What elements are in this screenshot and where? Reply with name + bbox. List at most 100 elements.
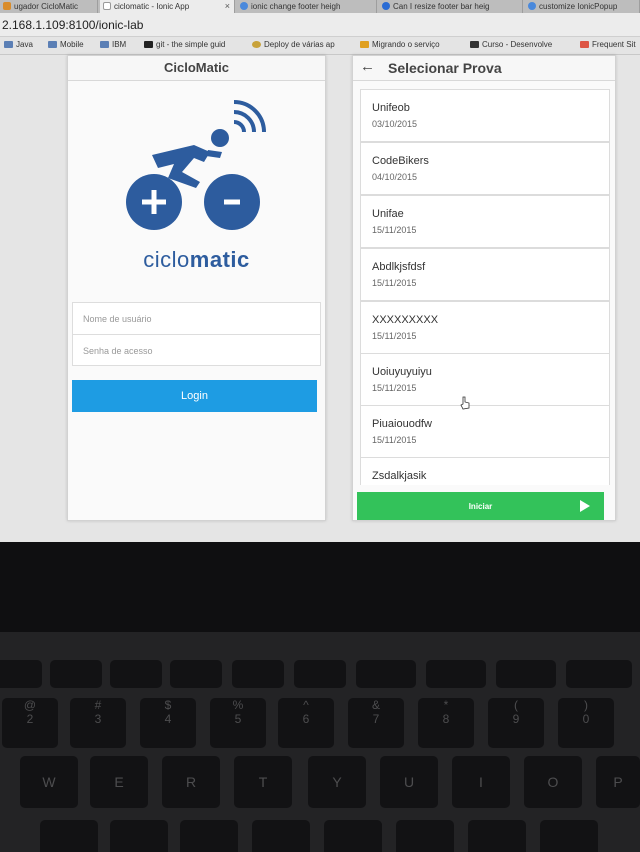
arrow-left-icon[interactable]: ←: [360, 58, 375, 75]
item-name: Zsdalkjasik: [372, 470, 427, 482]
start-button[interactable]: Iniciar: [357, 492, 604, 520]
brand-regular: ciclo: [143, 247, 190, 272]
key-bottom-glyph: 3: [94, 712, 102, 726]
list-item[interactable]: Unifeob 03/10/2015: [360, 89, 610, 142]
address-bar[interactable]: 2.168.1.109:8100/ionic-lab: [0, 13, 640, 37]
key-top-glyph: %: [232, 698, 244, 712]
list-item[interactable]: Unifae 15/11/2015: [360, 195, 610, 248]
bookmark-git[interactable]: git - the simple guid: [144, 40, 225, 49]
rewind-key[interactable]: [356, 660, 416, 688]
item-date: 15/11/2015: [372, 278, 417, 288]
key-top-glyph: $: [164, 698, 172, 712]
key-e[interactable]: E: [90, 756, 148, 808]
browser-tab[interactable]: Can I resize footer bar heig: [379, 0, 523, 13]
key-5[interactable]: % 5: [210, 698, 266, 748]
browser-tab-active[interactable]: ciclomatic - Ionic App ×: [100, 0, 235, 13]
keyboard-key[interactable]: [294, 660, 346, 688]
bookmark-ibm[interactable]: IBM: [100, 40, 126, 49]
key-i[interactable]: I: [452, 756, 510, 808]
key-u[interactable]: U: [380, 756, 438, 808]
key-bottom-glyph: 2: [26, 712, 34, 726]
key-3[interactable]: #3: [70, 698, 126, 748]
key-bottom-glyph: 4: [164, 712, 172, 726]
laptop-keyboard: @2 #3 $4 % 5 ^ 6 & 7 * 8 (9 ) 0 W E R T Y U I…: [0, 632, 640, 852]
keyboard-key[interactable]: [468, 820, 526, 852]
key-t[interactable]: T: [234, 756, 292, 808]
tab-label: ugador CicloMatic: [14, 2, 79, 11]
key-0[interactable]: ) 0: [558, 698, 614, 748]
item-date: 15/11/2015: [372, 383, 417, 393]
key-top-glyph: ): [584, 698, 588, 712]
login-button[interactable]: Login: [72, 380, 317, 412]
ciclomatic-logo-icon: [126, 100, 266, 230]
key-p[interactable]: P: [596, 756, 640, 808]
key-bottom-glyph: 5: [234, 712, 242, 726]
list-item[interactable]: CodeBikers 04/10/2015: [360, 142, 610, 195]
list-item[interactable]: Abdlkjsfdsf 15/11/2015: [360, 248, 610, 301]
race-list[interactable]: Unifeob 03/10/2015 CodeBikers 04/10/2015…: [360, 89, 610, 485]
expose-key[interactable]: [110, 660, 162, 688]
keyboard-key[interactable]: [180, 820, 238, 852]
select-header: ← Selecionar Prova: [353, 56, 615, 81]
key-4[interactable]: $4: [140, 698, 196, 748]
keyboard-key[interactable]: [540, 820, 598, 852]
url-text[interactable]: 2.168.1.109:8100/ionic-lab: [2, 18, 143, 32]
key-9[interactable]: (9: [488, 698, 544, 748]
keyboard-key[interactable]: [232, 660, 284, 688]
page-icon: [103, 2, 111, 10]
bookmark-frequent[interactable]: Frequent Sit: [580, 40, 636, 49]
bookmark-migrando[interactable]: Migrando o serviço: [360, 40, 440, 49]
item-date: 15/11/2015: [372, 225, 417, 235]
username-input[interactable]: [73, 303, 320, 335]
item-name: Piuaiouodfw: [372, 418, 432, 430]
key-6[interactable]: ^ 6: [278, 698, 334, 748]
list-item[interactable]: XXXXXXXXX 15/11/2015: [360, 301, 610, 354]
list-item[interactable]: Zsdalkjasik: [360, 457, 610, 485]
bookmark-icon: [580, 41, 589, 48]
item-date: 03/10/2015: [372, 119, 418, 129]
password-input[interactable]: [73, 335, 320, 367]
bookmarks-bar: Java Mobile IBM git - the simple guid De…: [0, 37, 640, 55]
bookmark-mobile[interactable]: Mobile: [48, 40, 84, 49]
browser-tab[interactable]: customize IonicPopup: [525, 0, 640, 13]
item-name: XXXXXXXXX: [372, 314, 439, 326]
item-date: 04/10/2015: [372, 172, 418, 182]
item-date: 15/11/2015: [372, 331, 417, 341]
key-bottom-glyph: 9: [512, 712, 520, 726]
bookmark-label: Mobile: [60, 40, 84, 49]
fast-forward-key[interactable]: [496, 660, 556, 688]
keyboard-key[interactable]: [324, 820, 382, 852]
key-top-glyph: ^: [303, 698, 309, 712]
key-2[interactable]: @2: [2, 698, 58, 748]
browser-tab[interactable]: ugador CicloMatic: [0, 0, 98, 13]
brightness-key[interactable]: [50, 660, 102, 688]
keyboard-key[interactable]: [396, 820, 454, 852]
key-w[interactable]: W: [20, 756, 78, 808]
list-item[interactable]: Piuaiouodfw 15/11/2015: [360, 405, 610, 458]
bookmark-label: Curso - Desenvolve: [482, 40, 553, 49]
folder-icon: [48, 41, 57, 48]
key-r[interactable]: R: [162, 756, 220, 808]
key-y[interactable]: Y: [308, 756, 366, 808]
list-item[interactable]: Uoiuyuyuiyu 15/11/2015: [360, 353, 610, 406]
play-pause-key[interactable]: [426, 660, 486, 688]
browser-tab[interactable]: ionic change footer heigh: [237, 0, 377, 13]
key-8[interactable]: * 8: [418, 698, 474, 748]
keyboard-key[interactable]: [40, 820, 98, 852]
dashboard-key[interactable]: [170, 660, 222, 688]
item-name: Unifeob: [372, 102, 410, 114]
key-7[interactable]: & 7: [348, 698, 404, 748]
keyboard-key[interactable]: [0, 660, 42, 688]
key-o[interactable]: O: [524, 756, 582, 808]
key-bottom-glyph: 7: [372, 712, 380, 726]
item-name: Uoiuyuyuiyu: [372, 366, 432, 378]
key-top-glyph: (: [514, 698, 518, 712]
bookmark-java[interactable]: Java: [4, 40, 33, 49]
google-icon: [528, 2, 536, 10]
bookmark-curso[interactable]: Curso - Desenvolve: [470, 40, 552, 49]
keyboard-key[interactable]: [252, 820, 310, 852]
mute-key[interactable]: [566, 660, 632, 688]
keyboard-key[interactable]: [110, 820, 168, 852]
bookmark-deploy[interactable]: Deploy de várias ap: [252, 40, 335, 49]
close-icon[interactable]: ×: [225, 0, 230, 13]
